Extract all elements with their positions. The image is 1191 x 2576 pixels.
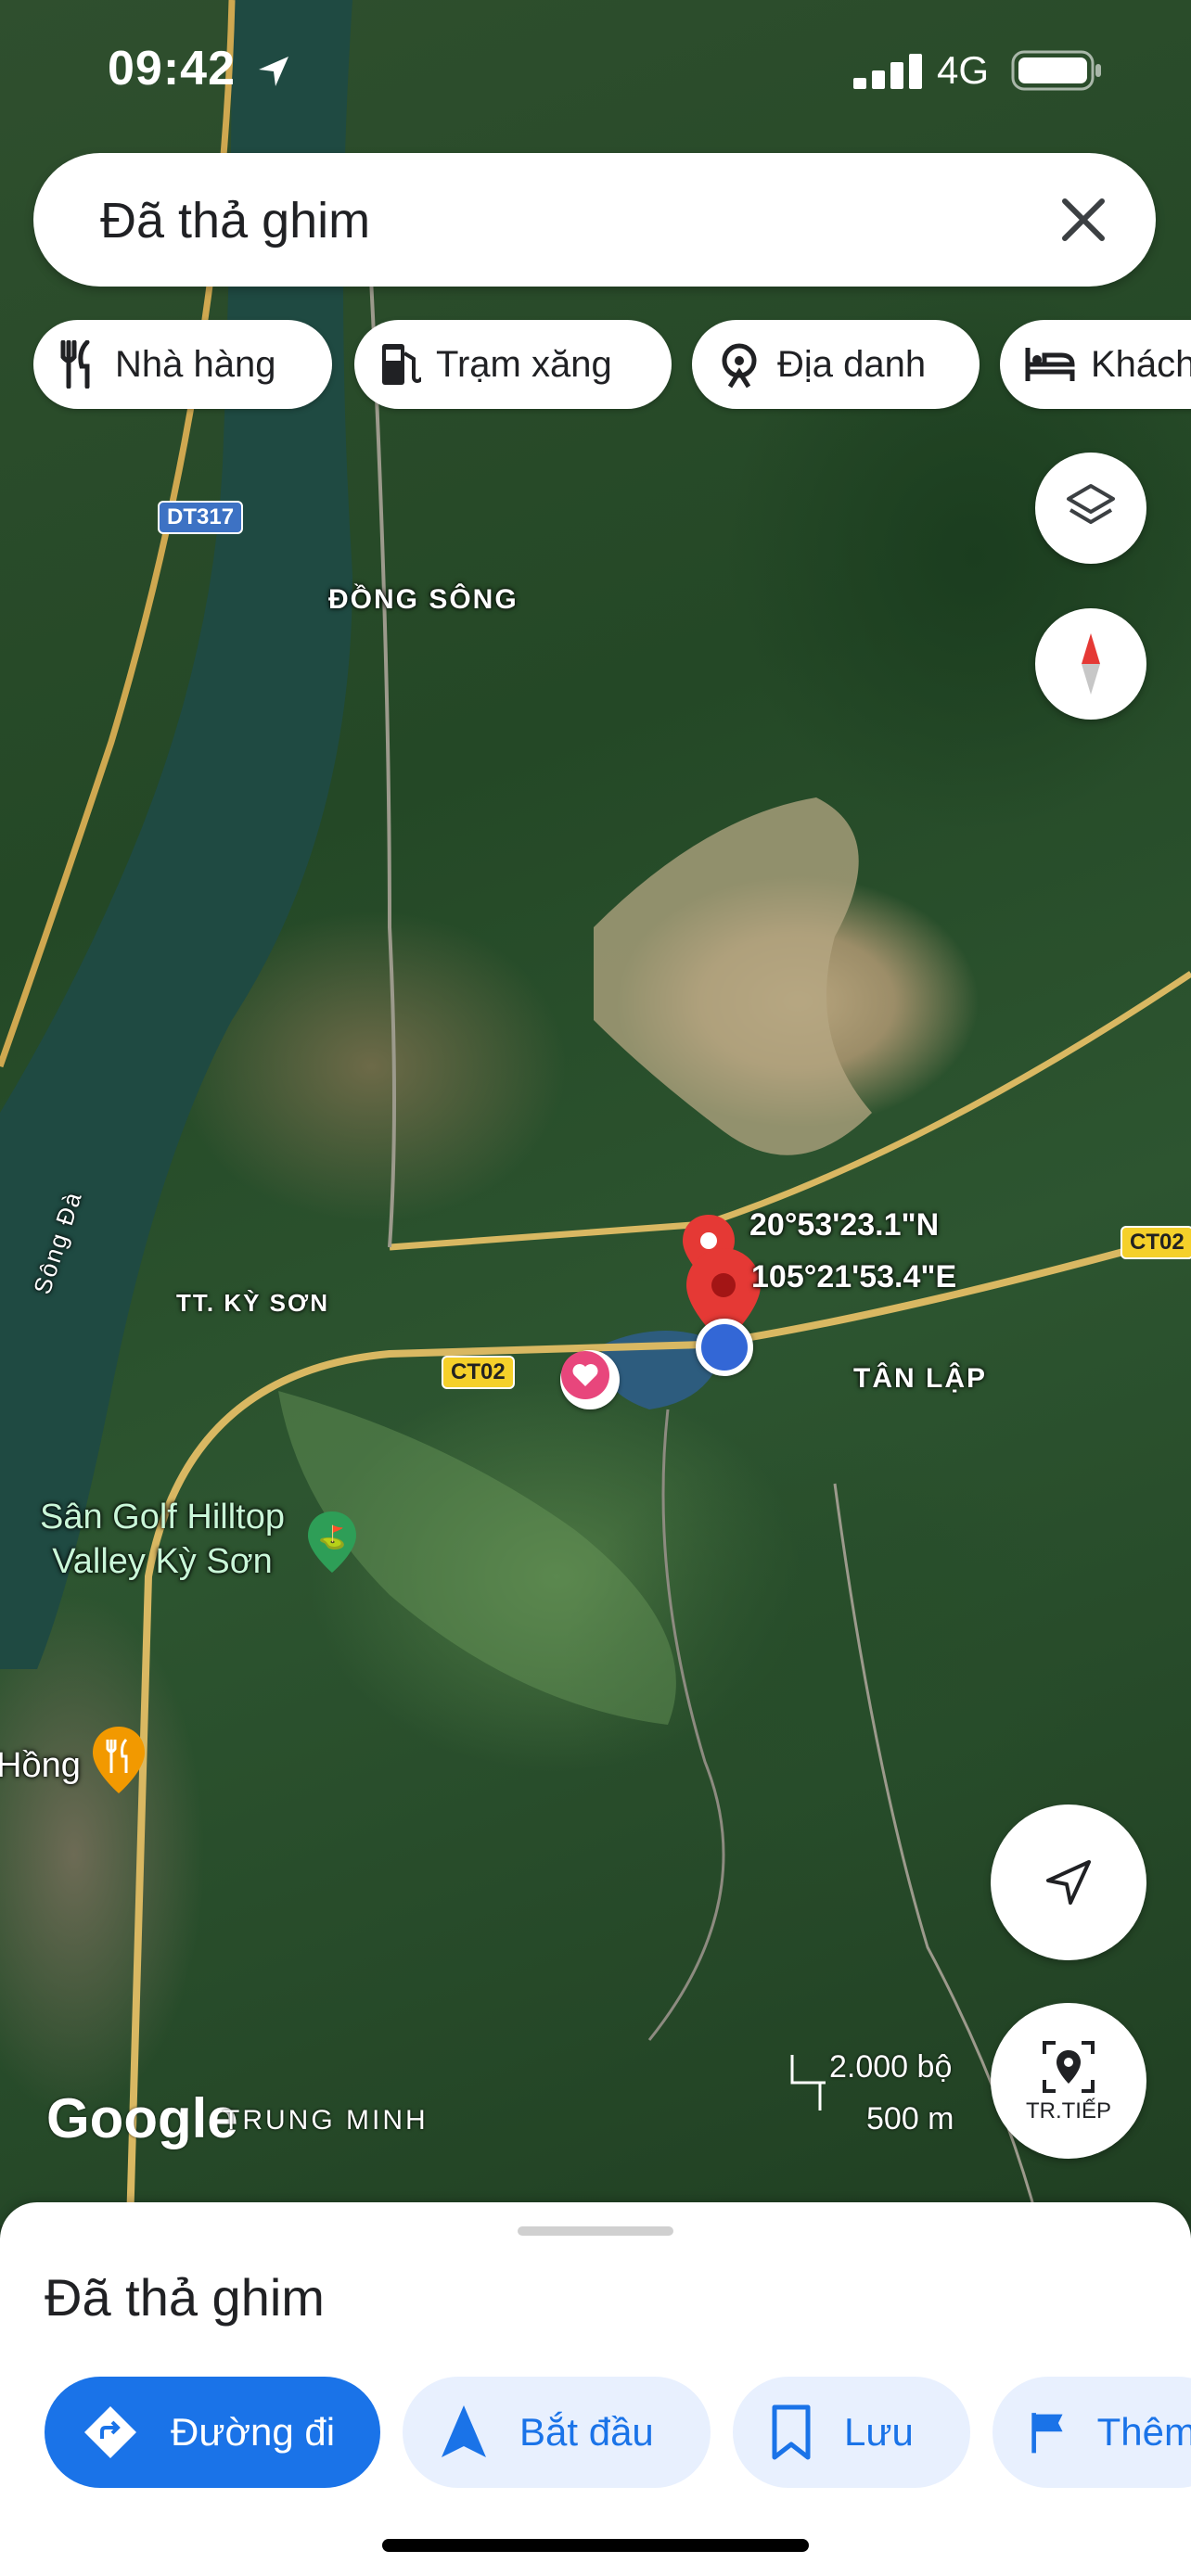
my-location-button[interactable] (991, 1804, 1146, 1960)
coordinate-longitude: 105°21'53.4"E (751, 1259, 957, 1294)
road-shield-dt317: DT317 (158, 501, 244, 534)
battery-icon (1011, 50, 1101, 91)
search-text[interactable]: Đã thả ghim (100, 192, 370, 249)
chip-gas-station[interactable]: Trạm xăng (354, 320, 672, 409)
more-button[interactable]: Thêm (992, 2377, 1191, 2488)
bookmark-icon (772, 2404, 811, 2460)
live-view-label: TR.TIẾP (1025, 2098, 1111, 2123)
navigation-arrow-icon (1046, 1860, 1091, 1905)
svg-text:⛳: ⛳ (318, 1524, 346, 1550)
road-shield-ct02: CT02 (1121, 1226, 1191, 1259)
sheet-drag-handle[interactable] (518, 2226, 673, 2236)
signal-icon (853, 54, 922, 89)
layers-button[interactable] (1035, 453, 1146, 564)
navigate-icon (442, 2405, 486, 2457)
status-bar: 09:42 4G (0, 0, 1191, 139)
chip-restaurant[interactable]: Nhà hàng (33, 320, 332, 409)
label-tan-lap: TÂN LẬP (853, 1363, 987, 1394)
chip-gas-station-label: Trạm xăng (436, 343, 612, 385)
landmark-icon (722, 343, 757, 389)
status-time-text: 09:42 (108, 42, 236, 96)
chip-hotel[interactable]: Khách (1000, 320, 1191, 409)
place-title: Đã thả ghim (45, 2268, 325, 2327)
coordinate-latitude: 20°53'23.1"N (749, 1207, 940, 1243)
current-location-dot (696, 1319, 753, 1376)
network-type: 4G (937, 48, 990, 92)
start-button[interactable]: Bắt đầu (403, 2377, 711, 2488)
restaurant-icon (60, 340, 90, 389)
flag-icon (1031, 2413, 1063, 2454)
saved-place-heart-icon[interactable] (560, 1350, 620, 1409)
label-trung-minh: TRUNG MINH (223, 2105, 429, 2136)
directions-icon (84, 2406, 136, 2458)
save-label: Lưu (844, 2410, 914, 2454)
save-button[interactable]: Lưu (733, 2377, 970, 2488)
gas-station-icon (382, 344, 421, 385)
road-local (369, 277, 396, 1248)
category-chips: Nhà hàng Trạm xăng Địa danh Khách (33, 320, 1191, 409)
layers-icon (1067, 484, 1115, 524)
label-tt-ky-son: TT. KỲ SƠN (176, 1289, 329, 1317)
close-icon[interactable] (1052, 188, 1115, 251)
location-arrow-icon (259, 57, 289, 87)
compass-button[interactable] (1035, 608, 1146, 720)
live-view-icon (1043, 2041, 1095, 2093)
quarry-area (594, 797, 872, 1155)
label-dong-song: ĐỒNG SÔNG (328, 584, 519, 615)
road-local-3 (647, 1409, 725, 2041)
search-bar[interactable]: Đã thả ghim (33, 153, 1156, 287)
place-bottom-sheet[interactable]: Đã thả ghim Đường đi Bắt đầu Lưu Thêm (0, 2202, 1191, 2576)
google-logo: Google (46, 2087, 238, 2149)
road-shield-ct02: CT02 (442, 1356, 515, 1389)
chip-restaurant-label: Nhà hàng (115, 343, 276, 385)
compass-icon (1082, 633, 1100, 695)
poi-golf-label[interactable]: Sân Golf Hilltop Valley Kỳ Sơn (9, 1495, 315, 1584)
chip-landmark[interactable]: Địa danh (692, 320, 980, 409)
poi-restaurant-label[interactable]: Hồng (0, 1743, 81, 1788)
scale-imperial: 2.000 bộ (829, 2049, 953, 2085)
directions-button[interactable]: Đường đi (45, 2377, 380, 2488)
live-view-button[interactable]: TR.TIẾP (991, 2003, 1146, 2159)
more-label: Thêm (1096, 2410, 1191, 2454)
home-indicator[interactable] (382, 2539, 809, 2552)
start-label: Bắt đầu (519, 2410, 654, 2454)
hotel-icon (1025, 348, 1075, 381)
chip-landmark-label: Địa danh (777, 343, 927, 385)
chip-hotel-label: Khách (1091, 343, 1191, 385)
status-time: 09:42 (108, 41, 292, 96)
directions-label: Đường đi (171, 2410, 336, 2454)
